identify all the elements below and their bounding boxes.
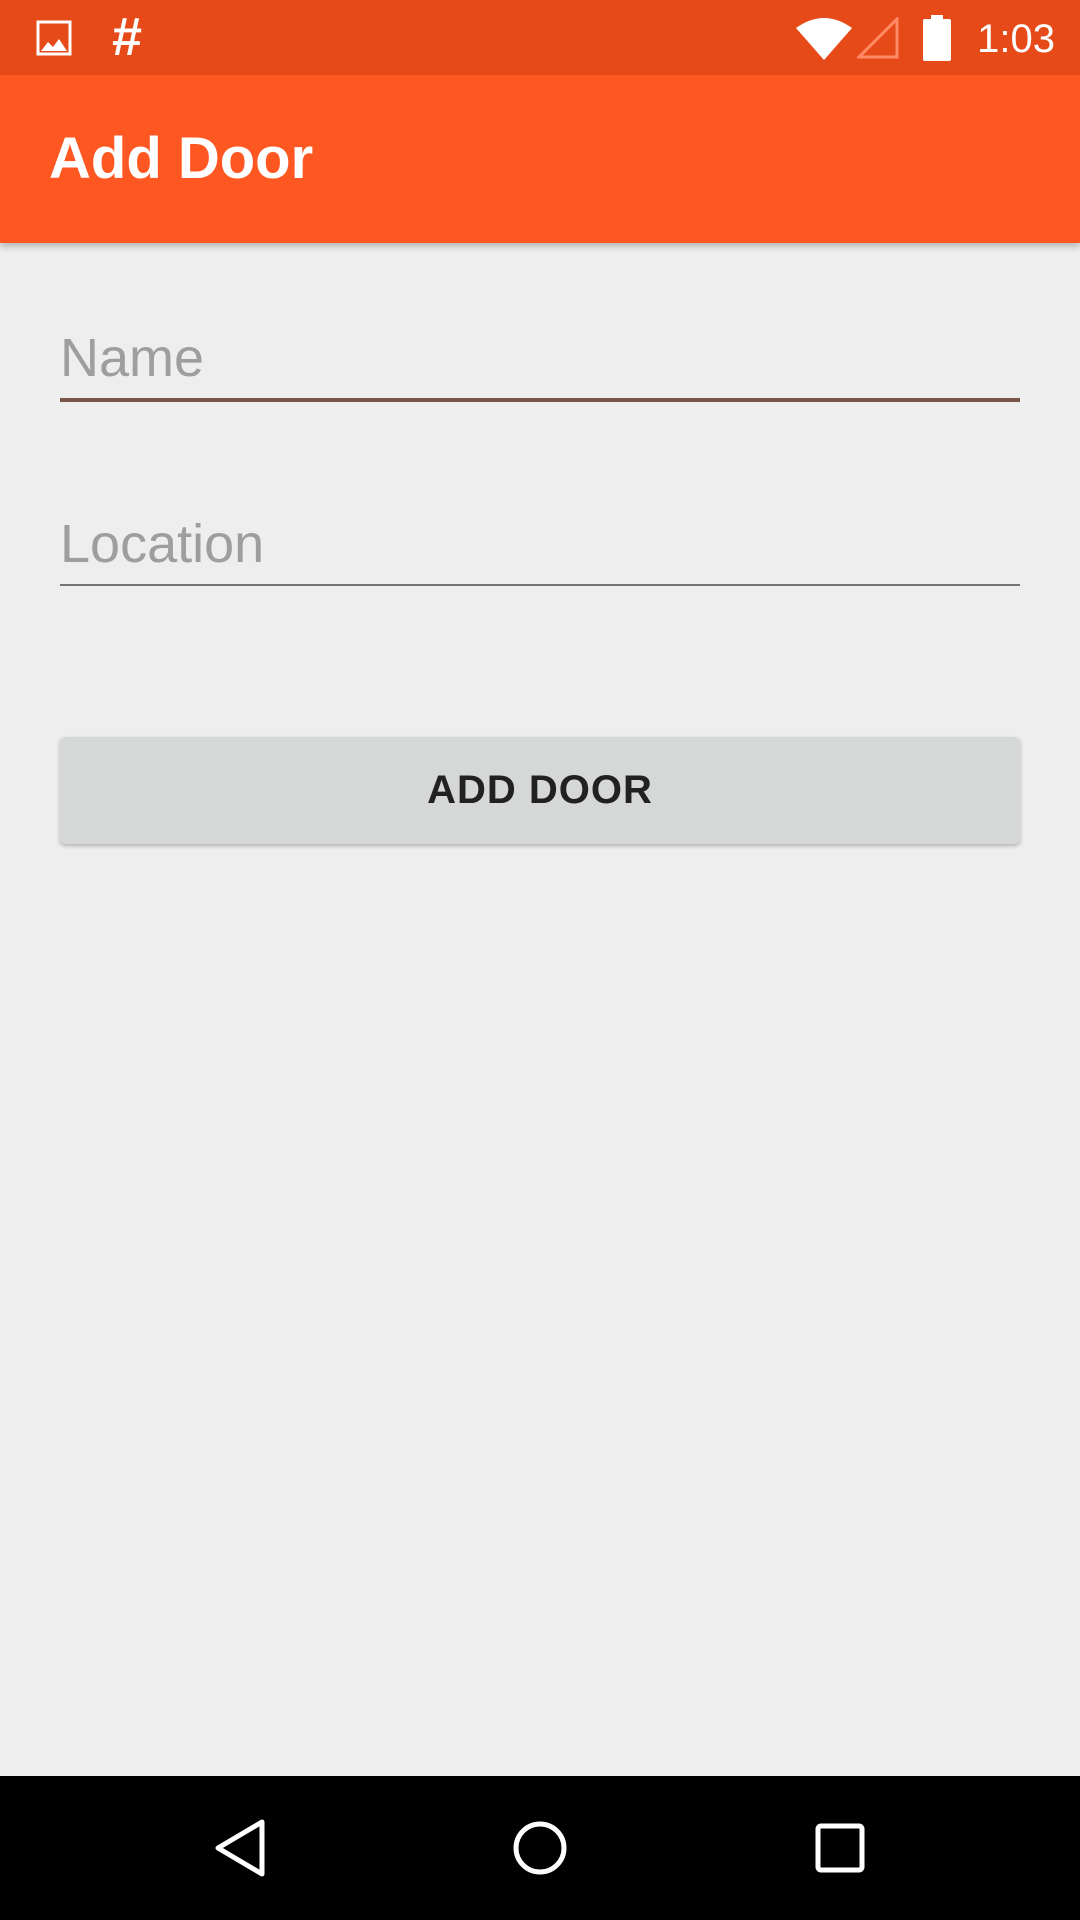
cell-signal-icon [856, 0, 900, 75]
back-icon[interactable] [160, 1776, 320, 1920]
battery-icon [920, 0, 954, 75]
navigation-bar [0, 1776, 1080, 1920]
hash-notification-icon: # [111, 7, 143, 67]
image-notification-icon [34, 0, 74, 75]
screen: # 1:03 Add Door ADD DOOR [0, 0, 1080, 1920]
app-bar: Add Door [0, 75, 1080, 243]
name-field[interactable] [60, 318, 1020, 398]
name-field-container [60, 318, 1020, 402]
status-bar: # 1:03 [0, 0, 1080, 75]
name-field-underline [60, 398, 1020, 402]
home-icon[interactable] [460, 1776, 620, 1920]
page-title: Add Door [49, 126, 314, 191]
location-field[interactable] [60, 504, 1020, 584]
location-field-underline [60, 584, 1020, 586]
wifi-icon [796, 0, 852, 75]
recents-icon[interactable] [760, 1776, 920, 1920]
status-time: 1:03 [977, 17, 1055, 61]
add-door-button[interactable]: ADD DOOR [60, 737, 1020, 844]
location-field-container [60, 504, 1020, 586]
